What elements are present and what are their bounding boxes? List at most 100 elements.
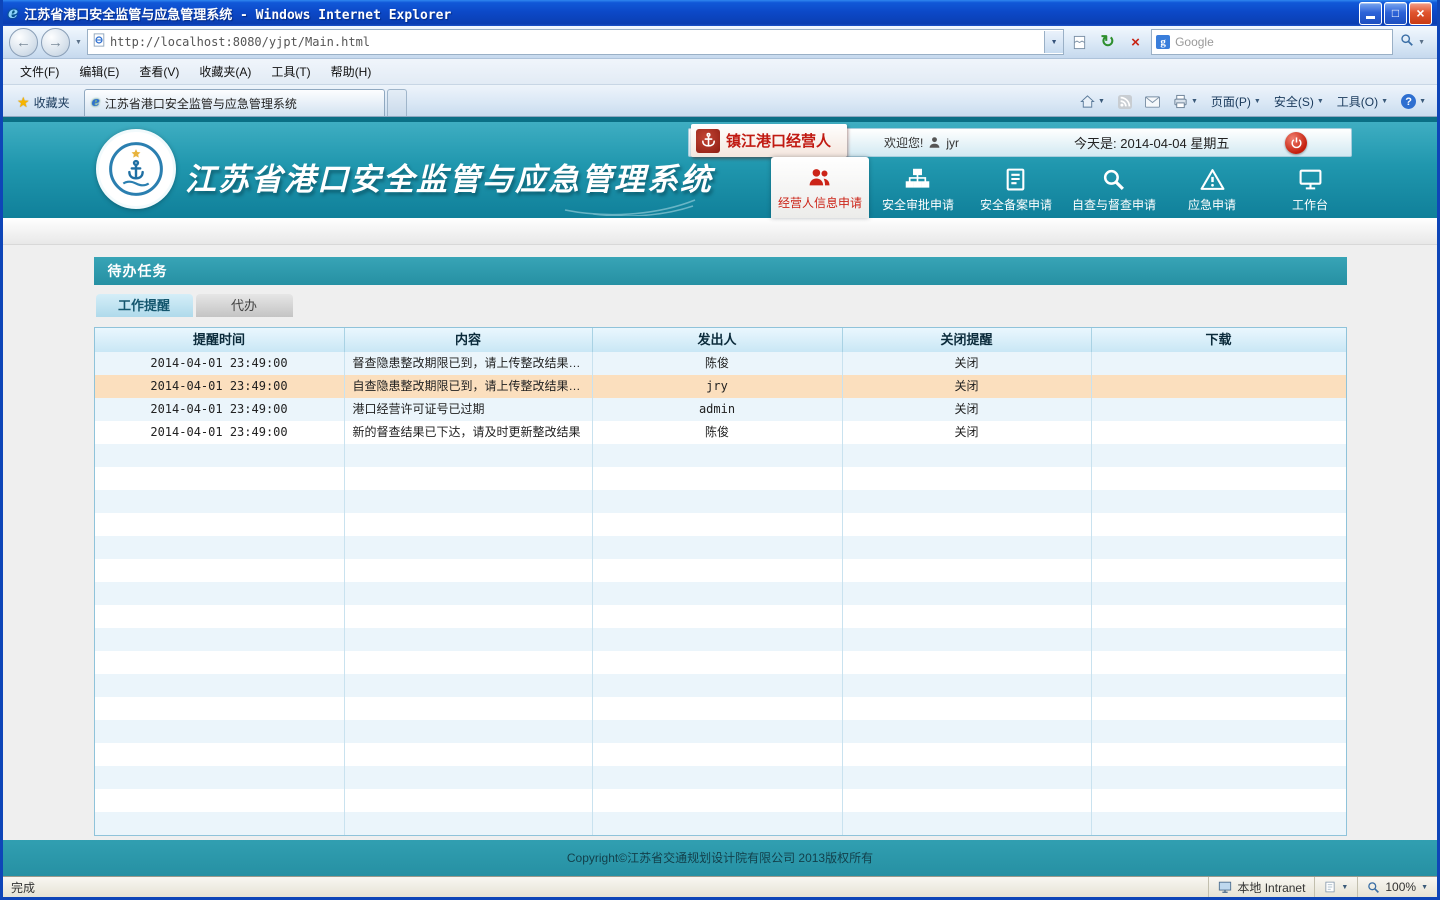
cell-content: 港口经营许可证号已过期 [345,398,593,421]
header-decoration [563,190,723,216]
task-row: 2014-04-01 23:49:00督查隐患整改期限已到，请上传整改结果…陈俊… [95,352,1346,375]
nav-emergency[interactable]: 应急申请 [1163,161,1261,218]
cell-remind-time: 2014-04-01 23:49:00 [95,421,345,444]
address-field[interactable]: http://localhost:8080/yjpt/Main.html ▼ [87,29,1064,55]
refresh-button[interactable]: ↻ [1095,30,1120,55]
cell-content: 督查隐患整改期限已到，请上传整改结果… [345,352,593,375]
close-reminder-link[interactable]: 关闭 [954,379,978,393]
cell-content [345,697,593,720]
maximize-button[interactable]: □ [1384,2,1407,25]
computer-icon [1218,880,1232,894]
nav-operator-info[interactable]: 经营人信息申请 [771,157,869,218]
home-button[interactable]: ▼ [1075,91,1110,112]
menu-edit[interactable]: 编辑(E) [70,60,128,83]
nav-workbench[interactable]: 工作台 [1261,161,1359,218]
menu-view[interactable]: 查看(V) [130,60,188,83]
close-reminder-link[interactable]: 关闭 [954,425,978,439]
back-button[interactable]: ← [9,28,38,57]
nav-self-inspection[interactable]: 自查与督查申请 [1065,161,1163,218]
welcome-area: 欢迎您! jyr [884,134,959,151]
cell-content [345,674,593,697]
help-button[interactable]: ?▼ [1396,91,1431,112]
anchor-icon [696,129,720,153]
close-reminder-link[interactable]: 关闭 [954,402,978,416]
cell-content [345,743,593,766]
feeds-button[interactable] [1113,92,1137,112]
cell-content [345,605,593,628]
menu-bar: 文件(F) 编辑(E) 查看(V) 收藏夹(A) 工具(T) 帮助(H) [3,59,1437,85]
tools-menu-button[interactable]: 工具(O)▼ [1332,90,1393,113]
address-dropdown[interactable]: ▼ [1044,31,1063,53]
cell-close [843,812,1092,835]
cell-remind-time [95,743,345,766]
google-icon: g [1156,35,1170,49]
cell-sender [593,651,843,674]
safety-menu-button[interactable]: 安全(S)▼ [1269,90,1329,113]
address-bar: ← → ▼ http://localhost:8080/yjpt/Main.ht… [3,26,1437,59]
stop-button[interactable]: × [1123,30,1148,55]
ie-logo-icon: e [8,5,18,21]
cell-remind-time [95,812,345,835]
cell-sender [593,582,843,605]
nav-safety-record[interactable]: 安全备案申请 [967,161,1065,218]
empty-row [95,628,1346,651]
empty-row [95,605,1346,628]
browser-tab[interactable]: e 江苏省港口安全监管与应急管理系统 [84,89,385,116]
cell-download [1092,467,1346,490]
history-dropdown[interactable]: ▼ [73,39,84,46]
minimize-button[interactable] [1359,2,1382,25]
cell-close: 关闭 [843,352,1092,375]
cell-sender [593,628,843,651]
compatibility-view-button[interactable] [1067,30,1092,55]
search-icon[interactable] [1400,33,1414,52]
window-controls: □ × [1359,2,1432,25]
cell-close [843,674,1092,697]
nav-safety-approval[interactable]: 安全审批申请 [869,161,967,218]
menu-tools[interactable]: 工具(T) [262,60,319,83]
cell-sender [593,674,843,697]
logout-button[interactable] [1285,132,1307,154]
search-box[interactable]: g Google [1151,29,1393,55]
read-mail-button[interactable] [1140,93,1165,111]
task-row: 2014-04-01 23:49:00自查隐患整改期限已到，请上传整改结果…jr… [95,375,1346,398]
nav-label: 安全审批申请 [882,196,954,213]
main-nav: 经营人信息申请 安全审批申请 安全备案申请 自查与督查申请 应急申请 [771,157,1359,218]
cell-download [1092,789,1346,812]
role-badge: 镇江港口经营人 [691,124,847,157]
close-button[interactable]: × [1409,2,1432,25]
cell-remind-time [95,720,345,743]
col-remind-time: 提醒时间 [95,328,345,352]
printer-icon [1173,94,1188,109]
people-icon [807,165,832,190]
rss-icon [1118,95,1132,109]
cell-remind-time [95,651,345,674]
cell-remind-time [95,467,345,490]
command-bar: ▼ ▼ 页面(P)▼ 安全(S)▼ 工具(O)▼ ?▼ [1075,90,1431,116]
print-button[interactable]: ▼ [1168,91,1203,112]
close-reminder-link[interactable]: 关闭 [954,356,978,370]
page-menu-button[interactable]: 页面(P)▼ [1206,90,1266,113]
nav-label: 应急申请 [1188,196,1236,213]
zoom-level: 100% [1385,880,1416,894]
cell-content [345,628,593,651]
zoom-control[interactable]: 100% ▼ [1357,877,1437,897]
menu-help[interactable]: 帮助(H) [322,60,381,83]
tab-pending[interactable]: 代办 [196,294,293,317]
favorites-button[interactable]: ★ 收藏夹 [9,89,78,116]
zone-indicator[interactable]: 本地 Intranet [1208,877,1314,897]
forward-button[interactable]: → [41,28,70,57]
cell-close [843,628,1092,651]
col-download: 下载 [1092,328,1346,352]
search-dropdown[interactable]: ▼ [1416,39,1427,46]
menu-file[interactable]: 文件(F) [11,60,68,83]
menu-favorites[interactable]: 收藏夹(A) [190,60,260,83]
protected-mode-segment[interactable]: ▼ [1314,877,1357,897]
cell-content [345,559,593,582]
new-tab-stub[interactable] [387,89,407,116]
help-icon: ? [1401,94,1416,109]
tab-ie-icon: e [92,95,100,111]
nav-label: 工作台 [1292,196,1328,213]
warning-triangle-icon [1200,167,1225,192]
tab-work-reminder[interactable]: 工作提醒 [96,294,193,317]
welcome-label: 欢迎您! [884,134,923,151]
